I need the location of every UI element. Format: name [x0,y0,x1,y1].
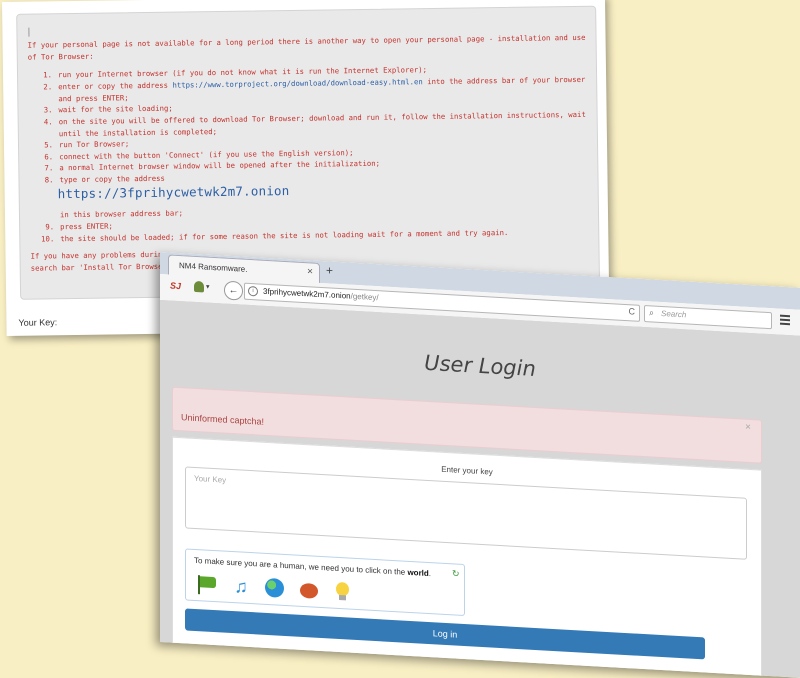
chevron-down-icon[interactable]: ▾ [206,283,210,291]
world-icon[interactable] [264,577,286,599]
captcha-box: To make sure you are a human, we need yo… [185,548,465,617]
sj-logo-icon: SJ [170,280,182,292]
page-title: User Login [424,350,536,382]
bug-icon[interactable] [298,580,320,601]
search-icon: ⌕ [649,307,655,318]
new-tab-button[interactable]: + [326,263,333,277]
intro-text: If your personal page is not available f… [27,32,586,62]
close-tab-icon[interactable]: × [307,266,313,277]
instructions-box: If your personal page is not available f… [16,5,601,300]
captcha-prompt: To make sure you are a human, we need yo… [194,555,432,579]
tab-title: NM4 Ransomware. [179,261,248,274]
login-button[interactable]: Log in [185,608,705,660]
alert-message: Uninformed captcha! [181,412,265,427]
search-input[interactable]: ⌕ Search [644,305,772,330]
hamburger-menu-icon[interactable] [780,314,790,328]
text-caret [28,27,30,37]
back-button[interactable]: ← [224,280,243,301]
noscript-icon[interactable] [194,280,204,293]
onion-address[interactable]: https://3fprihycwetwk2m7.onion [58,183,290,201]
close-icon[interactable]: × [745,422,751,433]
info-icon[interactable]: i [248,285,258,297]
tor-download-link[interactable]: https://www.torproject.org/download/down… [172,77,423,89]
url-text: 3fprihycwetwk2m7.onion/getkey/ [263,286,379,303]
login-form: Enter your key Your Key To make sure you… [172,436,762,678]
your-key-label: Your Key: [18,317,58,328]
music-icon[interactable]: ♫ [230,576,252,597]
login-page: User Login × Uninformed captcha! Enter y… [160,300,800,678]
refresh-icon[interactable]: ↻ [452,568,460,579]
search-placeholder: Search [661,309,687,320]
bulb-icon[interactable] [332,581,354,603]
browser-window: NM4 Ransomware. × + SJ ▾ ← i 3fprihycwet… [160,252,800,678]
reload-icon[interactable]: C [629,306,636,316]
key-placeholder: Your Key [194,473,227,485]
flag-icon[interactable] [196,574,218,595]
